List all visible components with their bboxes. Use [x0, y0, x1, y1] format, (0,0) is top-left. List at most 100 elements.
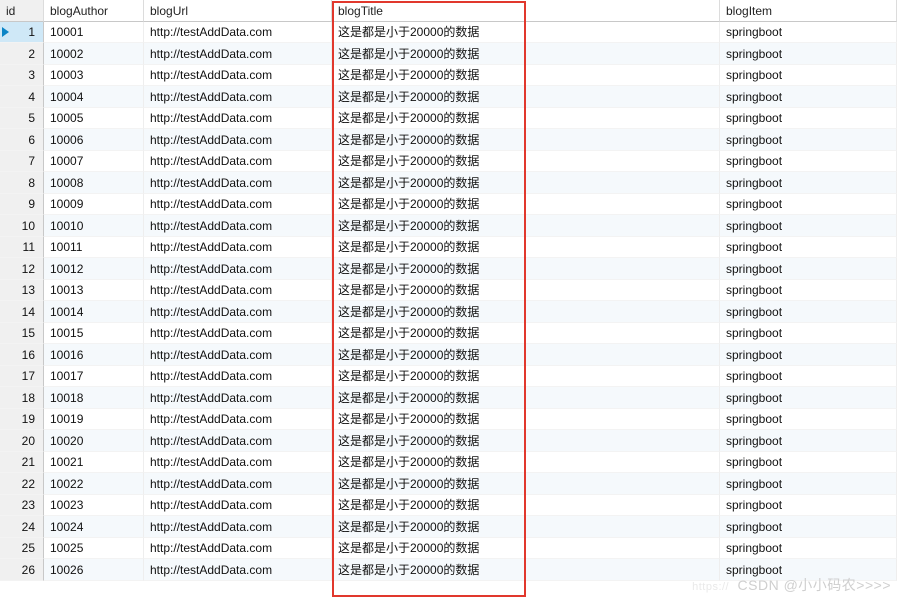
cell-blogItem[interactable]: springboot: [720, 301, 897, 323]
cell-blogUrl[interactable]: http://testAddData.com: [144, 452, 332, 474]
cell-blogAuthor[interactable]: 10010: [44, 215, 144, 237]
cell-id[interactable]: 10: [0, 215, 44, 237]
cell-id[interactable]: 24: [0, 516, 44, 538]
cell-blogUrl[interactable]: http://testAddData.com: [144, 280, 332, 302]
cell-id[interactable]: 7: [0, 151, 44, 173]
cell-blogAuthor[interactable]: 10019: [44, 409, 144, 431]
cell-id[interactable]: 17: [0, 366, 44, 388]
cell-blogItem[interactable]: springboot: [720, 43, 897, 65]
col-header-blogAuthor[interactable]: blogAuthor: [44, 0, 144, 22]
cell-blogUrl[interactable]: http://testAddData.com: [144, 495, 332, 517]
cell-blogTitle[interactable]: 这是都是小于20000的数据: [332, 215, 720, 237]
cell-blogAuthor[interactable]: 10008: [44, 172, 144, 194]
cell-blogUrl[interactable]: http://testAddData.com: [144, 301, 332, 323]
cell-blogAuthor[interactable]: 10005: [44, 108, 144, 130]
cell-blogTitle[interactable]: 这是都是小于20000的数据: [332, 559, 720, 581]
cell-blogUrl[interactable]: http://testAddData.com: [144, 323, 332, 345]
cell-blogAuthor[interactable]: 10006: [44, 129, 144, 151]
cell-id[interactable]: 9: [0, 194, 44, 216]
cell-blogTitle[interactable]: 这是都是小于20000的数据: [332, 344, 720, 366]
cell-blogItem[interactable]: springboot: [720, 452, 897, 474]
cell-blogUrl[interactable]: http://testAddData.com: [144, 516, 332, 538]
cell-blogUrl[interactable]: http://testAddData.com: [144, 151, 332, 173]
cell-id[interactable]: 12: [0, 258, 44, 280]
cell-blogTitle[interactable]: 这是都是小于20000的数据: [332, 301, 720, 323]
cell-blogTitle[interactable]: 这是都是小于20000的数据: [332, 86, 720, 108]
cell-blogItem[interactable]: springboot: [720, 430, 897, 452]
cell-blogUrl[interactable]: http://testAddData.com: [144, 86, 332, 108]
cell-id[interactable]: 3: [0, 65, 44, 87]
cell-blogAuthor[interactable]: 10009: [44, 194, 144, 216]
cell-blogUrl[interactable]: http://testAddData.com: [144, 43, 332, 65]
cell-blogTitle[interactable]: 这是都是小于20000的数据: [332, 516, 720, 538]
cell-blogTitle[interactable]: 这是都是小于20000的数据: [332, 430, 720, 452]
cell-blogUrl[interactable]: http://testAddData.com: [144, 430, 332, 452]
cell-blogUrl[interactable]: http://testAddData.com: [144, 344, 332, 366]
cell-blogItem[interactable]: springboot: [720, 473, 897, 495]
cell-blogTitle[interactable]: 这是都是小于20000的数据: [332, 108, 720, 130]
cell-blogUrl[interactable]: http://testAddData.com: [144, 387, 332, 409]
cell-blogAuthor[interactable]: 10011: [44, 237, 144, 259]
cell-blogTitle[interactable]: 这是都是小于20000的数据: [332, 194, 720, 216]
cell-blogItem[interactable]: springboot: [720, 237, 897, 259]
cell-id[interactable]: 16: [0, 344, 44, 366]
cell-blogAuthor[interactable]: 10018: [44, 387, 144, 409]
cell-id[interactable]: 22: [0, 473, 44, 495]
cell-blogTitle[interactable]: 这是都是小于20000的数据: [332, 366, 720, 388]
cell-blogUrl[interactable]: http://testAddData.com: [144, 172, 332, 194]
col-header-id[interactable]: id: [0, 0, 44, 22]
cell-blogTitle[interactable]: 这是都是小于20000的数据: [332, 237, 720, 259]
cell-id[interactable]: 4: [0, 86, 44, 108]
cell-blogAuthor[interactable]: 10002: [44, 43, 144, 65]
cell-id[interactable]: 20: [0, 430, 44, 452]
cell-id[interactable]: 11: [0, 237, 44, 259]
cell-blogItem[interactable]: springboot: [720, 387, 897, 409]
cell-blogUrl[interactable]: http://testAddData.com: [144, 559, 332, 581]
cell-blogItem[interactable]: springboot: [720, 108, 897, 130]
cell-blogTitle[interactable]: 这是都是小于20000的数据: [332, 538, 720, 560]
cell-blogTitle[interactable]: 这是都是小于20000的数据: [332, 495, 720, 517]
cell-id[interactable]: 21: [0, 452, 44, 474]
cell-blogItem[interactable]: springboot: [720, 559, 897, 581]
cell-blogTitle[interactable]: 这是都是小于20000的数据: [332, 172, 720, 194]
col-header-blogUrl[interactable]: blogUrl: [144, 0, 332, 22]
cell-id[interactable]: 26: [0, 559, 44, 581]
cell-blogItem[interactable]: springboot: [720, 215, 897, 237]
cell-blogAuthor[interactable]: 10020: [44, 430, 144, 452]
cell-blogUrl[interactable]: http://testAddData.com: [144, 258, 332, 280]
cell-id[interactable]: 1: [0, 22, 44, 44]
cell-id[interactable]: 8: [0, 172, 44, 194]
cell-blogTitle[interactable]: 这是都是小于20000的数据: [332, 323, 720, 345]
cell-blogAuthor[interactable]: 10007: [44, 151, 144, 173]
cell-blogUrl[interactable]: http://testAddData.com: [144, 129, 332, 151]
cell-blogAuthor[interactable]: 10013: [44, 280, 144, 302]
cell-id[interactable]: 13: [0, 280, 44, 302]
cell-blogUrl[interactable]: http://testAddData.com: [144, 409, 332, 431]
col-header-blogTitle[interactable]: blogTitle: [332, 0, 720, 22]
cell-blogUrl[interactable]: http://testAddData.com: [144, 194, 332, 216]
cell-blogItem[interactable]: springboot: [720, 280, 897, 302]
cell-blogUrl[interactable]: http://testAddData.com: [144, 366, 332, 388]
cell-blogAuthor[interactable]: 10023: [44, 495, 144, 517]
col-header-blogItem[interactable]: blogItem: [720, 0, 897, 22]
cell-blogTitle[interactable]: 这是都是小于20000的数据: [332, 151, 720, 173]
cell-blogItem[interactable]: springboot: [720, 194, 897, 216]
cell-blogItem[interactable]: springboot: [720, 86, 897, 108]
cell-blogAuthor[interactable]: 10017: [44, 366, 144, 388]
cell-blogTitle[interactable]: 这是都是小于20000的数据: [332, 65, 720, 87]
cell-blogAuthor[interactable]: 10026: [44, 559, 144, 581]
cell-id[interactable]: 25: [0, 538, 44, 560]
cell-blogAuthor[interactable]: 10001: [44, 22, 144, 44]
cell-blogItem[interactable]: springboot: [720, 366, 897, 388]
cell-blogItem[interactable]: springboot: [720, 172, 897, 194]
cell-id[interactable]: 18: [0, 387, 44, 409]
cell-blogItem[interactable]: springboot: [720, 258, 897, 280]
cell-blogItem[interactable]: springboot: [720, 516, 897, 538]
cell-id[interactable]: 14: [0, 301, 44, 323]
cell-id[interactable]: 23: [0, 495, 44, 517]
cell-blogTitle[interactable]: 这是都是小于20000的数据: [332, 129, 720, 151]
cell-blogAuthor[interactable]: 10014: [44, 301, 144, 323]
cell-blogItem[interactable]: springboot: [720, 538, 897, 560]
cell-blogUrl[interactable]: http://testAddData.com: [144, 22, 332, 44]
cell-blogAuthor[interactable]: 10016: [44, 344, 144, 366]
